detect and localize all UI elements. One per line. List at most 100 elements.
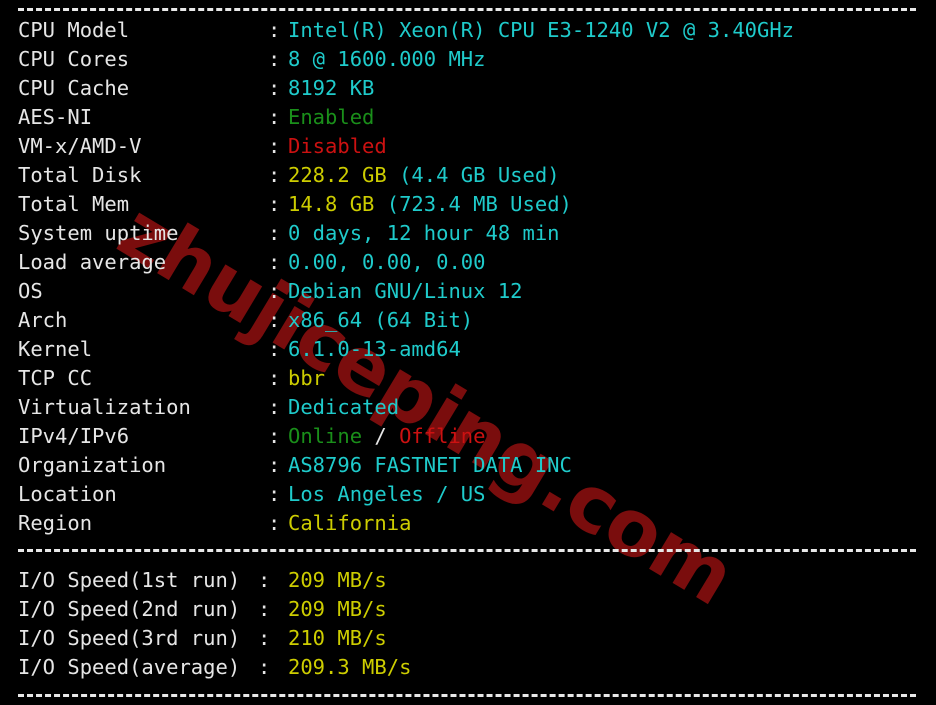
info-row: Load average:0.00, 0.00, 0.00	[0, 248, 936, 277]
separator-rule-bottom	[18, 694, 916, 697]
info-row-value: 209 MB/s	[288, 595, 387, 624]
info-row-value: Enabled	[288, 103, 374, 132]
info-row-colon: :	[268, 308, 281, 332]
info-row-value-primary: 8 @ 1600.000 MHz	[288, 47, 486, 71]
info-row-value: 210 MB/s	[288, 624, 387, 653]
info-row-value: Los Angeles / US	[288, 480, 485, 509]
info-row-label: CPU Model	[18, 18, 130, 42]
info-row-label: IPv4/IPv6	[18, 424, 130, 448]
info-row-value-primary: Los Angeles / US	[288, 482, 486, 506]
separator-rule-middle	[18, 549, 916, 552]
info-row-value: 8192 KB	[288, 74, 374, 103]
info-row-value-primary: Dedicated	[288, 395, 400, 419]
info-row-label: TCP CC	[18, 366, 93, 390]
info-row-value-primary: x86_64 (64 Bit)	[288, 308, 474, 332]
info-row-value-secondary: (4.4 GB Used)	[386, 163, 560, 187]
info-row-value: 8 @ 1600.000 MHz	[288, 45, 485, 74]
info-row-label: Region	[18, 511, 93, 535]
info-row-value: 209.3 MB/s	[288, 653, 411, 682]
info-row-colon: :	[268, 511, 281, 535]
info-row: Total Disk:228.2 GB (4.4 GB Used)	[0, 161, 936, 190]
info-row-colon: :	[268, 279, 281, 303]
info-row: I/O Speed(average):209.3 MB/s	[0, 653, 936, 682]
info-row-value: Debian GNU/Linux 12	[288, 277, 523, 306]
info-row-colon: :	[268, 221, 281, 245]
info-row-label: Organization	[18, 453, 167, 477]
info-row: Virtualization: Dedicated	[0, 393, 936, 422]
info-row-label: I/O Speed(2nd run)	[18, 597, 241, 621]
info-row-label: CPU Cores	[18, 47, 130, 71]
info-row-value: AS8796 FASTNET DATA INC	[288, 451, 572, 480]
info-row: I/O Speed(3rd run):210 MB/s	[0, 624, 936, 653]
info-row-label: System uptime	[18, 221, 179, 245]
info-row-value-primary: 228.2 GB	[288, 163, 387, 187]
info-row: TCP CC: bbr	[0, 364, 936, 393]
info-row-value: Dedicated	[288, 393, 399, 422]
info-row-value-primary: 210 MB/s	[288, 626, 387, 650]
info-row: System uptime:0 days, 12 hour 48 min	[0, 219, 936, 248]
info-row-value-secondary: (723.4 MB Used)	[374, 192, 572, 216]
info-row-value: Online / Offline	[288, 422, 486, 451]
info-row-value-primary: AS8796 FASTNET DATA INC	[288, 453, 572, 477]
info-row-label: Kernel	[18, 337, 93, 361]
info-row-colon: :	[268, 395, 281, 419]
info-row-value-primary: 8192 KB	[288, 76, 375, 100]
info-row: Kernel:6.1.0-13-amd64	[0, 335, 936, 364]
info-row-value: California	[288, 509, 411, 538]
io-speed-block: I/O Speed(1st run):209 MB/s I/O Speed(2nd…	[0, 566, 936, 682]
info-row-label: OS	[18, 279, 43, 303]
info-row-value-primary: Enabled	[288, 105, 375, 129]
info-row-colon: :	[268, 453, 281, 477]
info-row-colon: :	[268, 105, 281, 129]
info-row-label: Location	[18, 482, 117, 506]
info-row-value: Intel(R) Xeon(R) CPU E3-1240 V2 @ 3.40GH…	[288, 16, 794, 45]
info-row: Region: California	[0, 509, 936, 538]
info-row-label: I/O Speed(3rd run)	[18, 626, 241, 650]
info-row: OS: Debian GNU/Linux 12	[0, 277, 936, 306]
info-row-value-primary: 14.8 GB	[288, 192, 375, 216]
info-row-value: 209 MB/s	[288, 566, 387, 595]
info-row-value-primary: 209 MB/s	[288, 597, 387, 621]
info-row-colon: :	[268, 47, 281, 71]
info-row: VM-x/AMD-V: Disabled	[0, 132, 936, 161]
info-row-value-primary: Disabled	[288, 134, 387, 158]
terminal-window: zhujiceping.com CPU Model: Intel(R) Xeon(…	[0, 0, 936, 705]
info-row: CPU Model: Intel(R) Xeon(R) CPU E3-1240 V…	[0, 16, 936, 45]
info-row: CPU Cache:8192 KB	[0, 74, 936, 103]
info-row-label: Virtualization	[18, 395, 191, 419]
info-row-colon: :	[258, 655, 271, 679]
info-row: Location: Los Angeles / US	[0, 480, 936, 509]
info-row-colon: :	[268, 76, 281, 100]
system-info-block: CPU Model: Intel(R) Xeon(R) CPU E3-1240 V…	[0, 16, 936, 538]
info-row-value: x86_64 (64 Bit)	[288, 306, 473, 335]
info-row-value: bbr	[288, 364, 325, 393]
info-row-value: 0 days, 12 hour 48 min	[288, 219, 560, 248]
info-row: IPv4/IPv6: Online / Offline	[0, 422, 936, 451]
info-row-label: VM-x/AMD-V	[18, 134, 142, 158]
info-row-label: AES-NI	[18, 105, 93, 129]
info-row-value-primary: 6.1.0-13-amd64	[288, 337, 461, 361]
info-row-value-primary: Debian GNU/Linux 12	[288, 279, 523, 303]
info-row: Arch: x86_64 (64 Bit)	[0, 306, 936, 335]
info-row: CPU Cores:8 @ 1600.000 MHz	[0, 45, 936, 74]
info-row-label: Arch	[18, 308, 68, 332]
info-row-colon: :	[268, 18, 281, 42]
info-row-value-primary: Online	[288, 424, 363, 448]
info-row: Organization: AS8796 FASTNET DATA INC	[0, 451, 936, 480]
info-row: Total Mem:14.8 GB (723.4 MB Used)	[0, 190, 936, 219]
info-row-colon: :	[258, 568, 271, 592]
info-row-colon: :	[268, 134, 281, 158]
info-row-colon: :	[268, 366, 281, 390]
info-row-value-primary: 0.00, 0.00, 0.00	[288, 250, 486, 274]
info-row-value-primary: bbr	[288, 366, 326, 390]
info-row: I/O Speed(1st run):209 MB/s	[0, 566, 936, 595]
info-row-colon: :	[268, 192, 281, 216]
info-row-value-secondary: Offline	[399, 424, 486, 448]
info-row-value-primary: California	[288, 511, 412, 535]
info-row-colon: :	[268, 337, 281, 361]
info-row-value-divider: /	[362, 424, 400, 448]
info-row-colon: :	[268, 482, 281, 506]
info-row-value: 228.2 GB (4.4 GB Used)	[288, 161, 560, 190]
info-row-label: CPU Cache	[18, 76, 130, 100]
info-row-label: I/O Speed(1st run)	[18, 568, 241, 592]
